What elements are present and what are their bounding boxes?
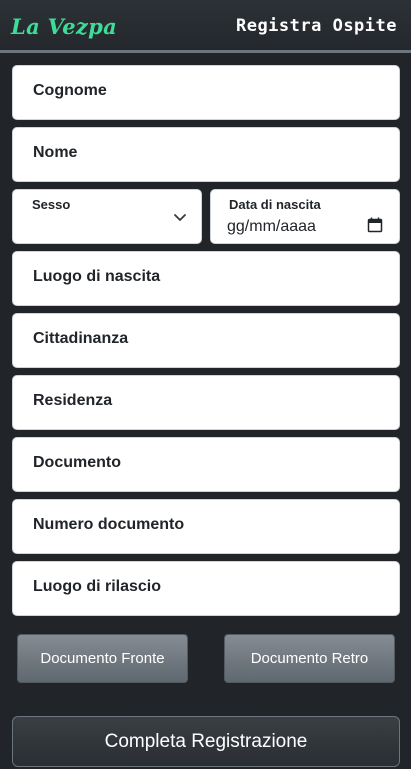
data-nascita-placeholder: gg/mm/aaaa <box>227 218 316 235</box>
completa-registrazione-button[interactable]: Completa Registrazione <box>12 716 400 767</box>
documento-field[interactable]: Documento <box>12 437 400 492</box>
data-nascita-field[interactable]: Data di nascita gg/mm/aaaa <box>210 189 400 244</box>
app-header: La Vezpa Registra Ospite <box>0 0 411 53</box>
residenza-field[interactable]: Residenza <box>12 375 400 430</box>
brand-logo[interactable]: La Vezpa <box>11 14 117 39</box>
luogo-rilascio-label: Luogo di rilascio <box>33 578 162 595</box>
numero-documento-field[interactable]: Numero documento <box>12 499 400 554</box>
nome-label: Nome <box>33 144 78 161</box>
luogo-rilascio-field[interactable]: Luogo di rilascio <box>12 561 400 616</box>
numero-documento-label: Numero documento <box>33 516 185 533</box>
nome-field[interactable]: Nome <box>12 127 400 182</box>
documento-fronte-button[interactable]: Documento Fronte <box>17 634 188 683</box>
documento-retro-button[interactable]: Documento Retro <box>224 634 395 683</box>
documento-label: Documento <box>33 454 121 471</box>
cognome-label: Cognome <box>33 82 107 99</box>
luogo-nascita-label: Luogo di nascita <box>33 268 161 285</box>
page-title: Registra Ospite <box>235 16 397 36</box>
cognome-field[interactable]: Cognome <box>12 65 400 120</box>
luogo-nascita-field[interactable]: Luogo di nascita <box>12 251 400 306</box>
chevron-down-icon <box>174 214 186 221</box>
cittadinanza-label: Cittadinanza <box>33 330 129 347</box>
sesso-label: Sesso <box>32 197 71 212</box>
calendar-icon[interactable] <box>367 217 383 233</box>
sesso-select[interactable]: Sesso <box>12 189 202 244</box>
residenza-label: Residenza <box>33 392 113 409</box>
cittadinanza-field[interactable]: Cittadinanza <box>12 313 400 368</box>
data-nascita-label: Data di nascita <box>229 197 321 212</box>
